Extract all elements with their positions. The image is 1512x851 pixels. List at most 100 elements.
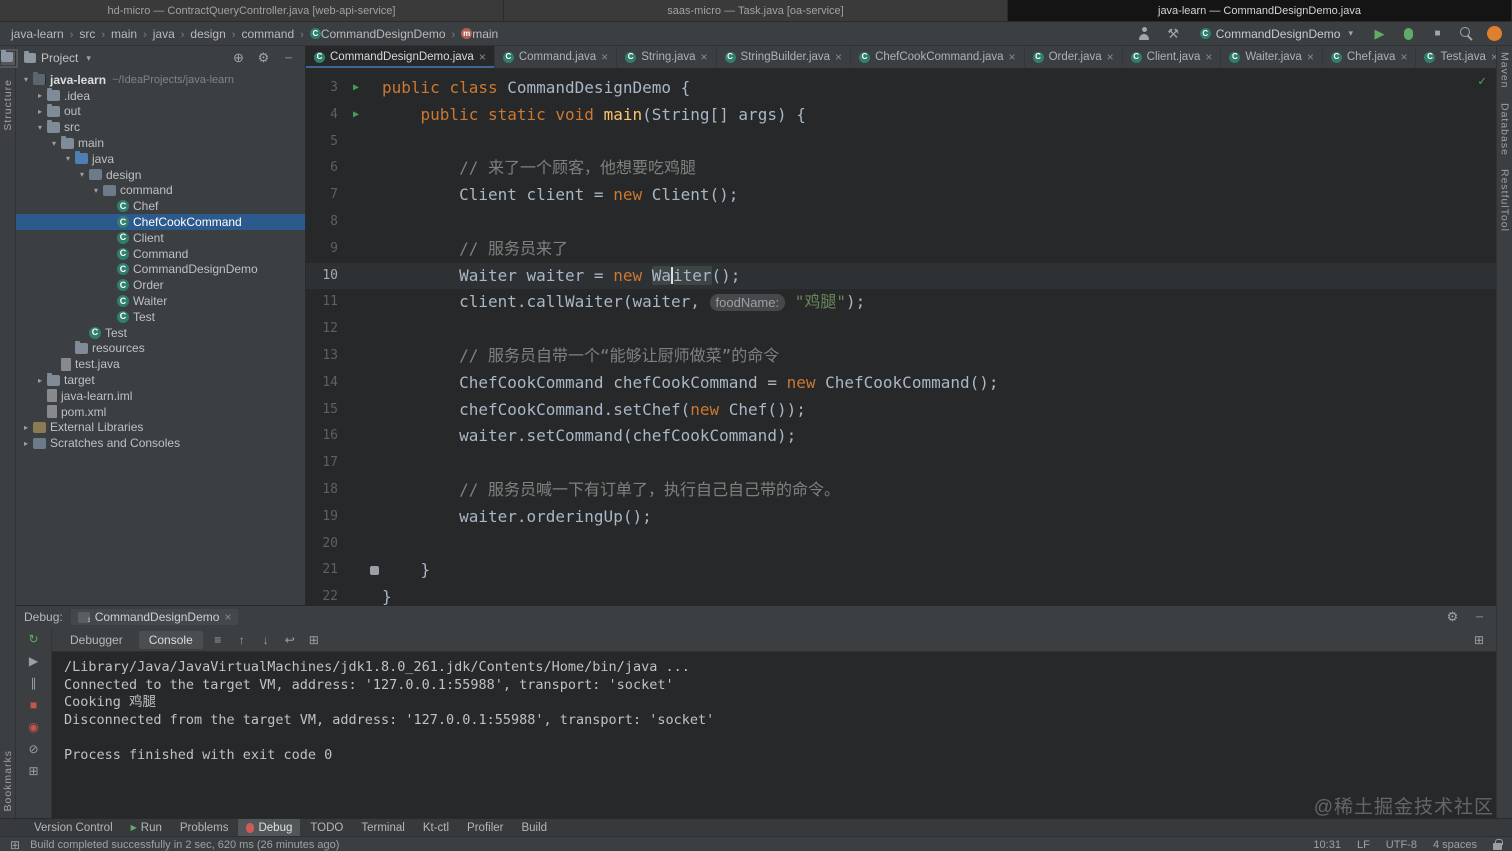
project-toolwindow-button[interactable] <box>0 49 18 68</box>
build-hammer-icon[interactable] <box>1165 25 1182 42</box>
breadcrumb-item-java[interactable]: java <box>152 27 176 41</box>
debug-tab-console[interactable]: Console <box>138 630 203 649</box>
line-number[interactable]: 15 <box>306 397 346 424</box>
run-line-icon[interactable] <box>353 102 359 129</box>
toolwindow-button-terminal[interactable]: Terminal <box>353 819 412 836</box>
avatar[interactable] <box>1487 26 1502 41</box>
code-line[interactable]: 19 waiter.orderingUp(); <box>306 504 1496 531</box>
console-output[interactable]: /Library/Java/JavaVirtualMachines/jdk1.8… <box>52 652 1496 818</box>
tree-item-command[interactable]: Command <box>16 246 305 262</box>
editor-tab-string-java[interactable]: String.java <box>617 46 717 68</box>
tree-item-test[interactable]: Test <box>16 309 305 325</box>
line-number[interactable]: 18 <box>306 477 346 504</box>
database-toolwindow-button[interactable]: Database <box>1499 103 1511 156</box>
code-line[interactable]: 12 <box>306 316 1496 343</box>
toolwindow-button-version-control[interactable]: Version Control <box>26 819 121 836</box>
close-icon[interactable] <box>479 51 486 63</box>
tree-item-order[interactable]: Order <box>16 277 305 293</box>
status-item-lf[interactable]: LF <box>1357 839 1370 851</box>
hide-panel-icon[interactable] <box>280 50 297 67</box>
tree-item-client[interactable]: Client <box>16 230 305 246</box>
toolwindow-button-run[interactable]: Run <box>123 819 170 836</box>
options-menu-icon[interactable]: ≡ <box>209 633 227 647</box>
chevron-icon[interactable] <box>34 107 46 116</box>
tree-item-design[interactable]: design <box>16 167 305 183</box>
code-editor[interactable]: 3 public class CommandDesignDemo {4 publi… <box>306 69 1496 605</box>
breadcrumb-item-commanddesigndemo[interactable]: CommandDesignDemo <box>309 27 447 41</box>
toolwindow-button-kt-ctl[interactable]: Kt-ctl <box>415 819 457 836</box>
code-line[interactable]: 8 <box>306 209 1496 236</box>
code-line[interactable]: 22} <box>306 584 1496 605</box>
code-line[interactable]: 4 public static void main(String[] args)… <box>306 102 1496 129</box>
breadcrumb-item-main[interactable]: main <box>110 27 138 41</box>
split-icon[interactable]: ⊞ <box>305 633 323 647</box>
debug-session-tab[interactable]: CommandDesignDemo <box>70 609 239 625</box>
editor-tab-order-java[interactable]: Order.java <box>1025 46 1123 68</box>
line-number[interactable]: 9 <box>306 236 346 263</box>
run-line-icon[interactable] <box>353 75 359 102</box>
code-line[interactable]: 14 ChefCookCommand chefCookCommand = new… <box>306 370 1496 397</box>
toolwindow-button-debug[interactable]: Debug <box>238 819 301 836</box>
rerun-icon[interactable]: ↻ <box>28 632 38 646</box>
status-item-4-spaces[interactable]: 4 spaces <box>1433 839 1477 851</box>
code-line[interactable]: 6 // 来了一个顾客，他想要吃鸡腿 <box>306 155 1496 182</box>
close-icon[interactable] <box>1400 51 1407 63</box>
mute-breakpoints-icon[interactable]: ⊘ <box>28 742 38 756</box>
restore-layout-icon[interactable]: ⊞ <box>28 764 38 778</box>
tree-item-idea[interactable]: .idea <box>16 88 305 104</box>
line-number[interactable]: 4 <box>306 102 346 129</box>
code-line[interactable]: 17 <box>306 450 1496 477</box>
code-line[interactable]: 20 <box>306 531 1496 558</box>
debug-tab-debugger[interactable]: Debugger <box>60 631 133 649</box>
line-number[interactable]: 12 <box>306 316 346 343</box>
stop-button[interactable] <box>1429 25 1446 42</box>
close-icon[interactable] <box>1009 51 1016 63</box>
view-breakpoints-icon[interactable]: ◉ <box>28 720 38 734</box>
code-line[interactable]: 3 public class CommandDesignDemo { <box>306 75 1496 102</box>
close-icon[interactable] <box>835 51 842 63</box>
window-title-tab[interactable]: hd-micro — ContractQueryController.java … <box>0 0 504 21</box>
chevron-icon[interactable] <box>62 154 74 163</box>
breadcrumb-item-java-learn[interactable]: java-learn <box>10 27 65 41</box>
chevron-icon[interactable] <box>34 123 46 132</box>
tree-item-chefcookcommand[interactable]: ChefCookCommand <box>16 214 305 230</box>
toolwindow-button-build[interactable]: Build <box>513 819 555 836</box>
line-number[interactable]: 6 <box>306 155 346 182</box>
restfultool-toolwindow-button[interactable]: RestfulTool <box>1499 169 1511 232</box>
close-icon[interactable] <box>601 51 608 63</box>
scroll-down-icon[interactable]: ↓ <box>257 633 275 647</box>
line-number[interactable]: 3 <box>306 75 346 102</box>
line-number[interactable]: 8 <box>306 209 346 236</box>
pause-icon[interactable]: ∥ <box>31 676 37 690</box>
line-number[interactable]: 20 <box>306 531 346 558</box>
chevron-icon[interactable] <box>90 186 102 195</box>
chevron-icon[interactable] <box>20 439 32 448</box>
tree-item-pom-xml[interactable]: pom.xml <box>16 404 305 420</box>
code-line[interactable]: 13 // 服务员自带一个“能够让厨师做菜”的命令 <box>306 343 1496 370</box>
editor-tab-client-java[interactable]: Client.java <box>1123 46 1222 68</box>
window-title-tab[interactable]: saas-micro — Task.java [oa-service] <box>504 0 1008 21</box>
tree-item-out[interactable]: out <box>16 103 305 120</box>
search-everywhere-button[interactable] <box>1458 25 1475 42</box>
toolwindow-button-todo[interactable]: TODO <box>302 819 351 836</box>
line-number[interactable]: 19 <box>306 504 346 531</box>
lock-icon[interactable] <box>1493 838 1503 850</box>
line-number[interactable]: 14 <box>306 370 346 397</box>
chevron-down-icon[interactable] <box>86 53 91 64</box>
layout-settings-icon[interactable]: ⊞ <box>1470 633 1488 647</box>
status-item-10-31[interactable]: 10:31 <box>1313 839 1341 851</box>
tree-item-commanddesigndemo[interactable]: CommandDesignDemo <box>16 262 305 278</box>
line-number[interactable]: 16 <box>306 423 346 450</box>
run-configuration-select[interactable]: CommandDesignDemo <box>1194 25 1359 43</box>
close-icon[interactable] <box>1107 51 1114 63</box>
stop-icon[interactable]: ■ <box>30 698 37 712</box>
editor-tab-commanddesigndemo-java[interactable]: CommandDesignDemo.java <box>306 46 495 68</box>
code-line[interactable]: 16 waiter.setCommand(chefCookCommand); <box>306 423 1496 450</box>
gear-icon[interactable] <box>1444 609 1461 626</box>
line-number[interactable]: 22 <box>306 584 346 605</box>
toolwindow-button-profiler[interactable]: Profiler <box>459 819 511 836</box>
chevron-icon[interactable] <box>34 91 46 100</box>
chevron-icon[interactable] <box>20 75 32 84</box>
debug-button[interactable] <box>1400 25 1417 42</box>
tree-item-chef[interactable]: Chef <box>16 198 305 214</box>
